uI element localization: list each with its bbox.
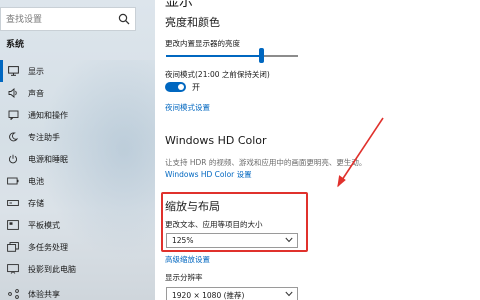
sidebar-item-multitasking[interactable]: 多任务处理 xyxy=(0,236,155,258)
brightness-slider-fill xyxy=(166,55,261,57)
advanced-scaling-link[interactable]: 高级缩放设置 xyxy=(165,254,210,265)
power-icon xyxy=(6,152,20,166)
resolution-dropdown[interactable]: 1920 × 1080 (推荐) xyxy=(166,287,298,300)
night-light-label: 夜间模式(21:00 之前保持关闭) xyxy=(165,70,270,79)
sidebar-item-power[interactable]: 电源和睡眠 xyxy=(0,148,155,170)
sidebar-item-project-to-pc[interactable]: 投影到此电脑 xyxy=(0,258,155,280)
search-input[interactable]: 查找设置 xyxy=(6,12,42,25)
sidebar-item-battery[interactable]: 电池 xyxy=(0,170,155,192)
night-light-state: 开 xyxy=(192,83,200,92)
notification-icon xyxy=(6,108,20,122)
sidebar-item-notifications[interactable]: 通知和操作 xyxy=(0,104,155,126)
annotation-highlight-box xyxy=(161,192,308,252)
sidebar-item-display[interactable]: 显示 xyxy=(0,60,155,82)
sidebar-item-label: 声音 xyxy=(28,88,44,98)
hd-color-heading: Windows HD Color xyxy=(165,134,267,147)
share-icon xyxy=(6,287,20,300)
project-icon xyxy=(6,262,20,276)
sidebar-item-label: 多任务处理 xyxy=(28,242,68,252)
sidebar-item-shared-experiences[interactable]: 体验共享 xyxy=(0,283,155,300)
monitor-icon xyxy=(6,64,20,78)
sidebar-item-tablet-mode[interactable]: 平板模式 xyxy=(0,214,155,236)
brightness-slider-thumb[interactable] xyxy=(259,48,264,63)
page-title: 显示 xyxy=(165,0,193,10)
sidebar-item-label: 体验共享 xyxy=(28,289,60,299)
sidebar-item-label: 存储 xyxy=(28,198,44,208)
multitask-icon xyxy=(6,240,20,254)
sidebar-item-label: 专注助手 xyxy=(28,132,60,142)
sidebar-item-label: 通知和操作 xyxy=(28,110,68,120)
sidebar-item-label: 显示 xyxy=(28,66,44,76)
battery-icon xyxy=(6,174,20,188)
storage-icon xyxy=(6,196,20,210)
sidebar-item-focus-assist[interactable]: 专注助手 xyxy=(0,126,155,148)
night-light-toggle[interactable] xyxy=(165,82,186,92)
resolution-label: 显示分辨率 xyxy=(165,273,203,282)
settings-sidebar: 查找设置 系统 显示 声音 通知和操作 专注助手 电源和睡眠 电池 存储 平板模… xyxy=(0,0,155,300)
sidebar-item-sound[interactable]: 声音 xyxy=(0,82,155,104)
search-icon[interactable] xyxy=(118,13,130,25)
brightness-slider-label: 更改内置显示器的亮度 xyxy=(165,39,240,48)
display-settings-pane: 显示 亮度和颜色 更改内置显示器的亮度 夜间模式(21:00 之前保持关闭) 开… xyxy=(155,0,480,300)
moon-icon xyxy=(6,130,20,144)
hd-color-settings-link[interactable]: Windows HD Color 设置 xyxy=(165,169,252,180)
hd-color-description: 让支持 HDR 的视频、游戏和应用中的画面更明亮、更生动。 xyxy=(165,158,367,167)
chevron-down-icon xyxy=(285,291,293,297)
speaker-icon xyxy=(6,86,20,100)
sidebar-item-label: 电源和睡眠 xyxy=(28,154,68,164)
sidebar-item-label: 平板模式 xyxy=(28,220,60,230)
resolution-dropdown-value: 1920 × 1080 (推荐) xyxy=(172,291,245,300)
night-light-settings-link[interactable]: 夜间模式设置 xyxy=(165,102,210,113)
sidebar-item-storage[interactable]: 存储 xyxy=(0,192,155,214)
brightness-heading: 亮度和颜色 xyxy=(165,16,220,29)
sidebar-item-label: 电池 xyxy=(28,176,44,186)
section-title-system: 系统 xyxy=(6,40,25,50)
search-box[interactable]: 查找设置 xyxy=(0,7,136,31)
sidebar-item-label: 投影到此电脑 xyxy=(28,264,76,274)
tablet-icon xyxy=(6,218,20,232)
